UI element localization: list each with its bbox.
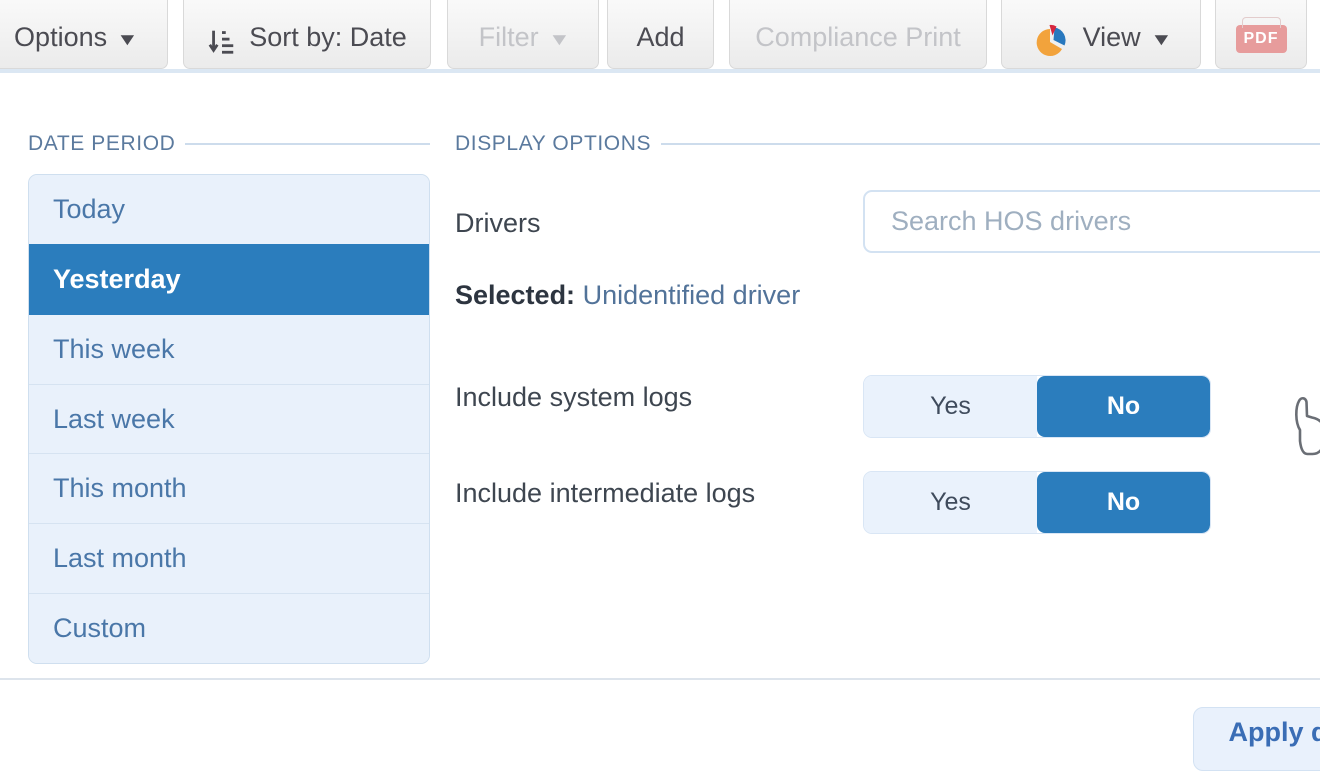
display-options-heading-label: DISPLAY OPTIONS bbox=[455, 132, 651, 156]
include-intermediate-logs-toggle: Yes No bbox=[863, 471, 1211, 534]
display-options-section-heading: DISPLAY OPTIONS bbox=[455, 132, 1320, 156]
system-logs-yes-button[interactable]: Yes bbox=[864, 376, 1037, 437]
date-period-item-custom[interactable]: Custom bbox=[29, 593, 429, 663]
chevron-down-icon: ▼ bbox=[1150, 26, 1173, 53]
pie-chart-icon bbox=[1033, 21, 1071, 59]
intermediate-logs-yes-button[interactable]: Yes bbox=[864, 472, 1037, 533]
drivers-label: Drivers bbox=[455, 208, 541, 239]
sort-button-label: Sort by: Date bbox=[249, 22, 407, 53]
date-period-item-yesterday[interactable]: Yesterday bbox=[29, 244, 429, 314]
add-button[interactable]: Add bbox=[607, 0, 714, 69]
toolbar: Options ▼ Sort by: Date Filter ▼ Add Com… bbox=[0, 0, 1320, 74]
selected-driver-value: Unidentified driver bbox=[583, 280, 801, 310]
include-system-logs-toggle: Yes No bbox=[863, 375, 1211, 438]
include-intermediate-logs-label: Include intermediate logs bbox=[455, 478, 755, 509]
pdf-icon: PDF bbox=[1236, 25, 1287, 53]
hand-cursor-icon bbox=[1290, 394, 1320, 466]
date-period-item-last-month[interactable]: Last month bbox=[29, 523, 429, 593]
filter-button-label: Filter bbox=[479, 22, 539, 53]
system-logs-no-button[interactable]: No bbox=[1037, 376, 1210, 437]
view-button-label: View bbox=[1083, 22, 1141, 53]
driver-search-input[interactable] bbox=[863, 190, 1320, 253]
intermediate-logs-no-button[interactable]: No bbox=[1037, 472, 1210, 533]
date-period-section-heading: DATE PERIOD bbox=[28, 132, 430, 156]
date-period-list: Today Yesterday This week Last week This… bbox=[28, 174, 430, 664]
view-button[interactable]: View ▼ bbox=[1001, 0, 1201, 69]
chevron-down-icon: ▼ bbox=[116, 26, 139, 53]
date-period-heading-label: DATE PERIOD bbox=[28, 132, 175, 156]
footer-divider bbox=[0, 678, 1320, 680]
heading-rule bbox=[661, 143, 1320, 145]
date-period-item-today[interactable]: Today bbox=[29, 175, 429, 244]
sort-amount-icon bbox=[207, 26, 237, 56]
options-button-label: Options bbox=[14, 22, 107, 53]
compliance-print-label: Compliance Print bbox=[755, 22, 961, 53]
heading-rule bbox=[185, 143, 430, 145]
selected-driver-line: Selected: Unidentified driver bbox=[455, 280, 800, 311]
pdf-export-button[interactable]: PDF bbox=[1215, 0, 1307, 69]
add-button-label: Add bbox=[636, 22, 684, 53]
options-button[interactable]: Options ▼ bbox=[0, 0, 168, 69]
chevron-down-icon: ▼ bbox=[548, 26, 571, 53]
filter-button[interactable]: Filter ▼ bbox=[447, 0, 599, 69]
selected-label: Selected: bbox=[455, 280, 575, 310]
date-period-item-this-week[interactable]: This week bbox=[29, 314, 429, 384]
sort-by-date-button[interactable]: Sort by: Date bbox=[183, 0, 431, 69]
toolbar-divider bbox=[0, 69, 1320, 73]
date-period-item-this-month[interactable]: This month bbox=[29, 453, 429, 523]
date-period-item-last-week[interactable]: Last week bbox=[29, 384, 429, 454]
include-system-logs-label: Include system logs bbox=[455, 382, 692, 413]
apply-button[interactable]: Apply d bbox=[1193, 707, 1320, 771]
compliance-print-button[interactable]: Compliance Print bbox=[729, 0, 987, 69]
